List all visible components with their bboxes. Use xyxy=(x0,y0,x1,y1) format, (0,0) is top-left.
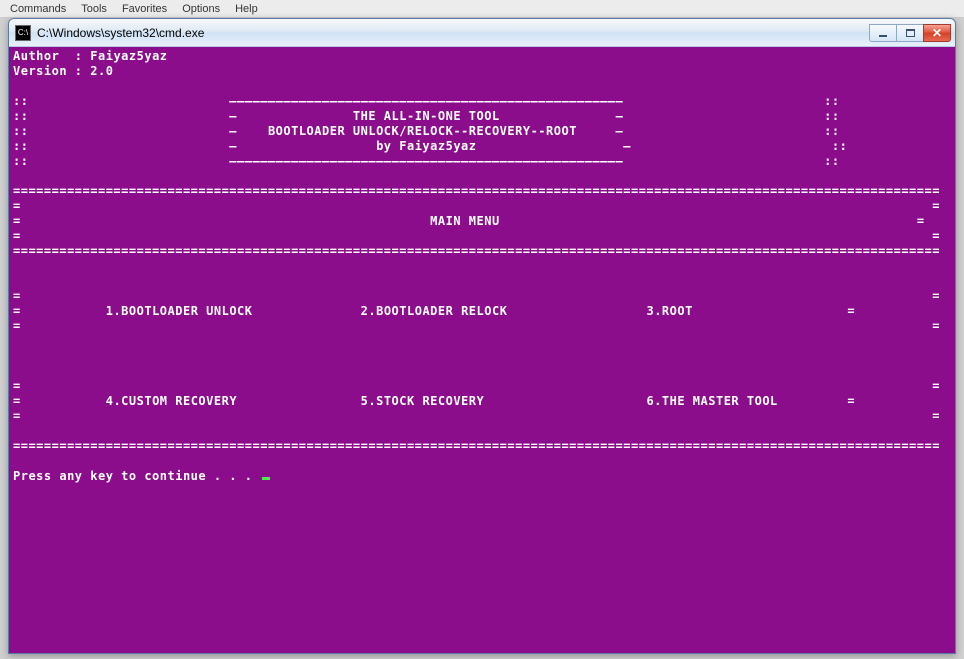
header-byline-line: :: – by Faiyaz5yaz – :: xyxy=(13,139,847,153)
close-icon: ✕ xyxy=(932,27,942,39)
row-side: = = xyxy=(13,199,940,213)
row-side: = = xyxy=(13,229,940,243)
main-menu-line: = MAIN MENU = xyxy=(13,214,925,228)
app-menu-bar: Commands Tools Favorites Options Help xyxy=(0,0,964,18)
menu-item[interactable]: Commands xyxy=(10,3,66,15)
divider: ========================================… xyxy=(13,439,940,453)
menu-row-1: = 1.BOOTLOADER UNLOCK 2.BOOTLOADER RELOC… xyxy=(13,304,855,318)
cmd-icon: C:\ xyxy=(15,25,31,41)
minimize-button[interactable] xyxy=(869,24,897,42)
maximize-button[interactable] xyxy=(896,24,924,42)
window-title: C:\Windows\system32\cmd.exe xyxy=(37,26,870,40)
maximize-icon xyxy=(906,29,915,37)
menu-row-2: = 4.CUSTOM RECOVERY 5.STOCK RECOVERY 6.T… xyxy=(13,394,855,408)
menu-item[interactable]: Options xyxy=(182,3,220,15)
window-controls: ✕ xyxy=(870,24,951,42)
close-button[interactable]: ✕ xyxy=(923,24,951,42)
minimize-icon xyxy=(879,35,887,37)
row-side: = = xyxy=(13,319,940,333)
menu-item[interactable]: Help xyxy=(235,3,258,15)
version-line: Version : 2.0 xyxy=(13,64,113,78)
console-output[interactable]: Author : Faiyaz5yaz Version : 2.0 :: –––… xyxy=(9,47,955,653)
row-side: = = xyxy=(13,409,940,423)
author-line: Author : Faiyaz5yaz xyxy=(13,49,168,63)
row-side: = = xyxy=(13,379,940,393)
divider: ========================================… xyxy=(13,184,940,198)
divider: ========================================… xyxy=(13,244,940,258)
row-side: = = xyxy=(13,289,940,303)
menu-item[interactable]: Favorites xyxy=(122,3,167,15)
menu-item[interactable]: Tools xyxy=(81,3,107,15)
cursor-icon xyxy=(262,477,270,480)
header-rule: :: –––––––––––––––––––––––––––––––––––––… xyxy=(13,154,840,168)
header-title-line: :: – THE ALL-IN-ONE TOOL – :: xyxy=(13,109,840,123)
header-rule: :: –––––––––––––––––––––––––––––––––––––… xyxy=(13,94,840,108)
header-subtitle-line: :: – BOOTLOADER UNLOCK/RELOCK--RECOVERY-… xyxy=(13,124,840,138)
cmd-window: C:\ C:\Windows\system32\cmd.exe ✕ Author… xyxy=(8,18,956,654)
prompt-line: Press any key to continue . . . xyxy=(13,469,270,483)
titlebar[interactable]: C:\ C:\Windows\system32\cmd.exe ✕ xyxy=(9,19,955,47)
